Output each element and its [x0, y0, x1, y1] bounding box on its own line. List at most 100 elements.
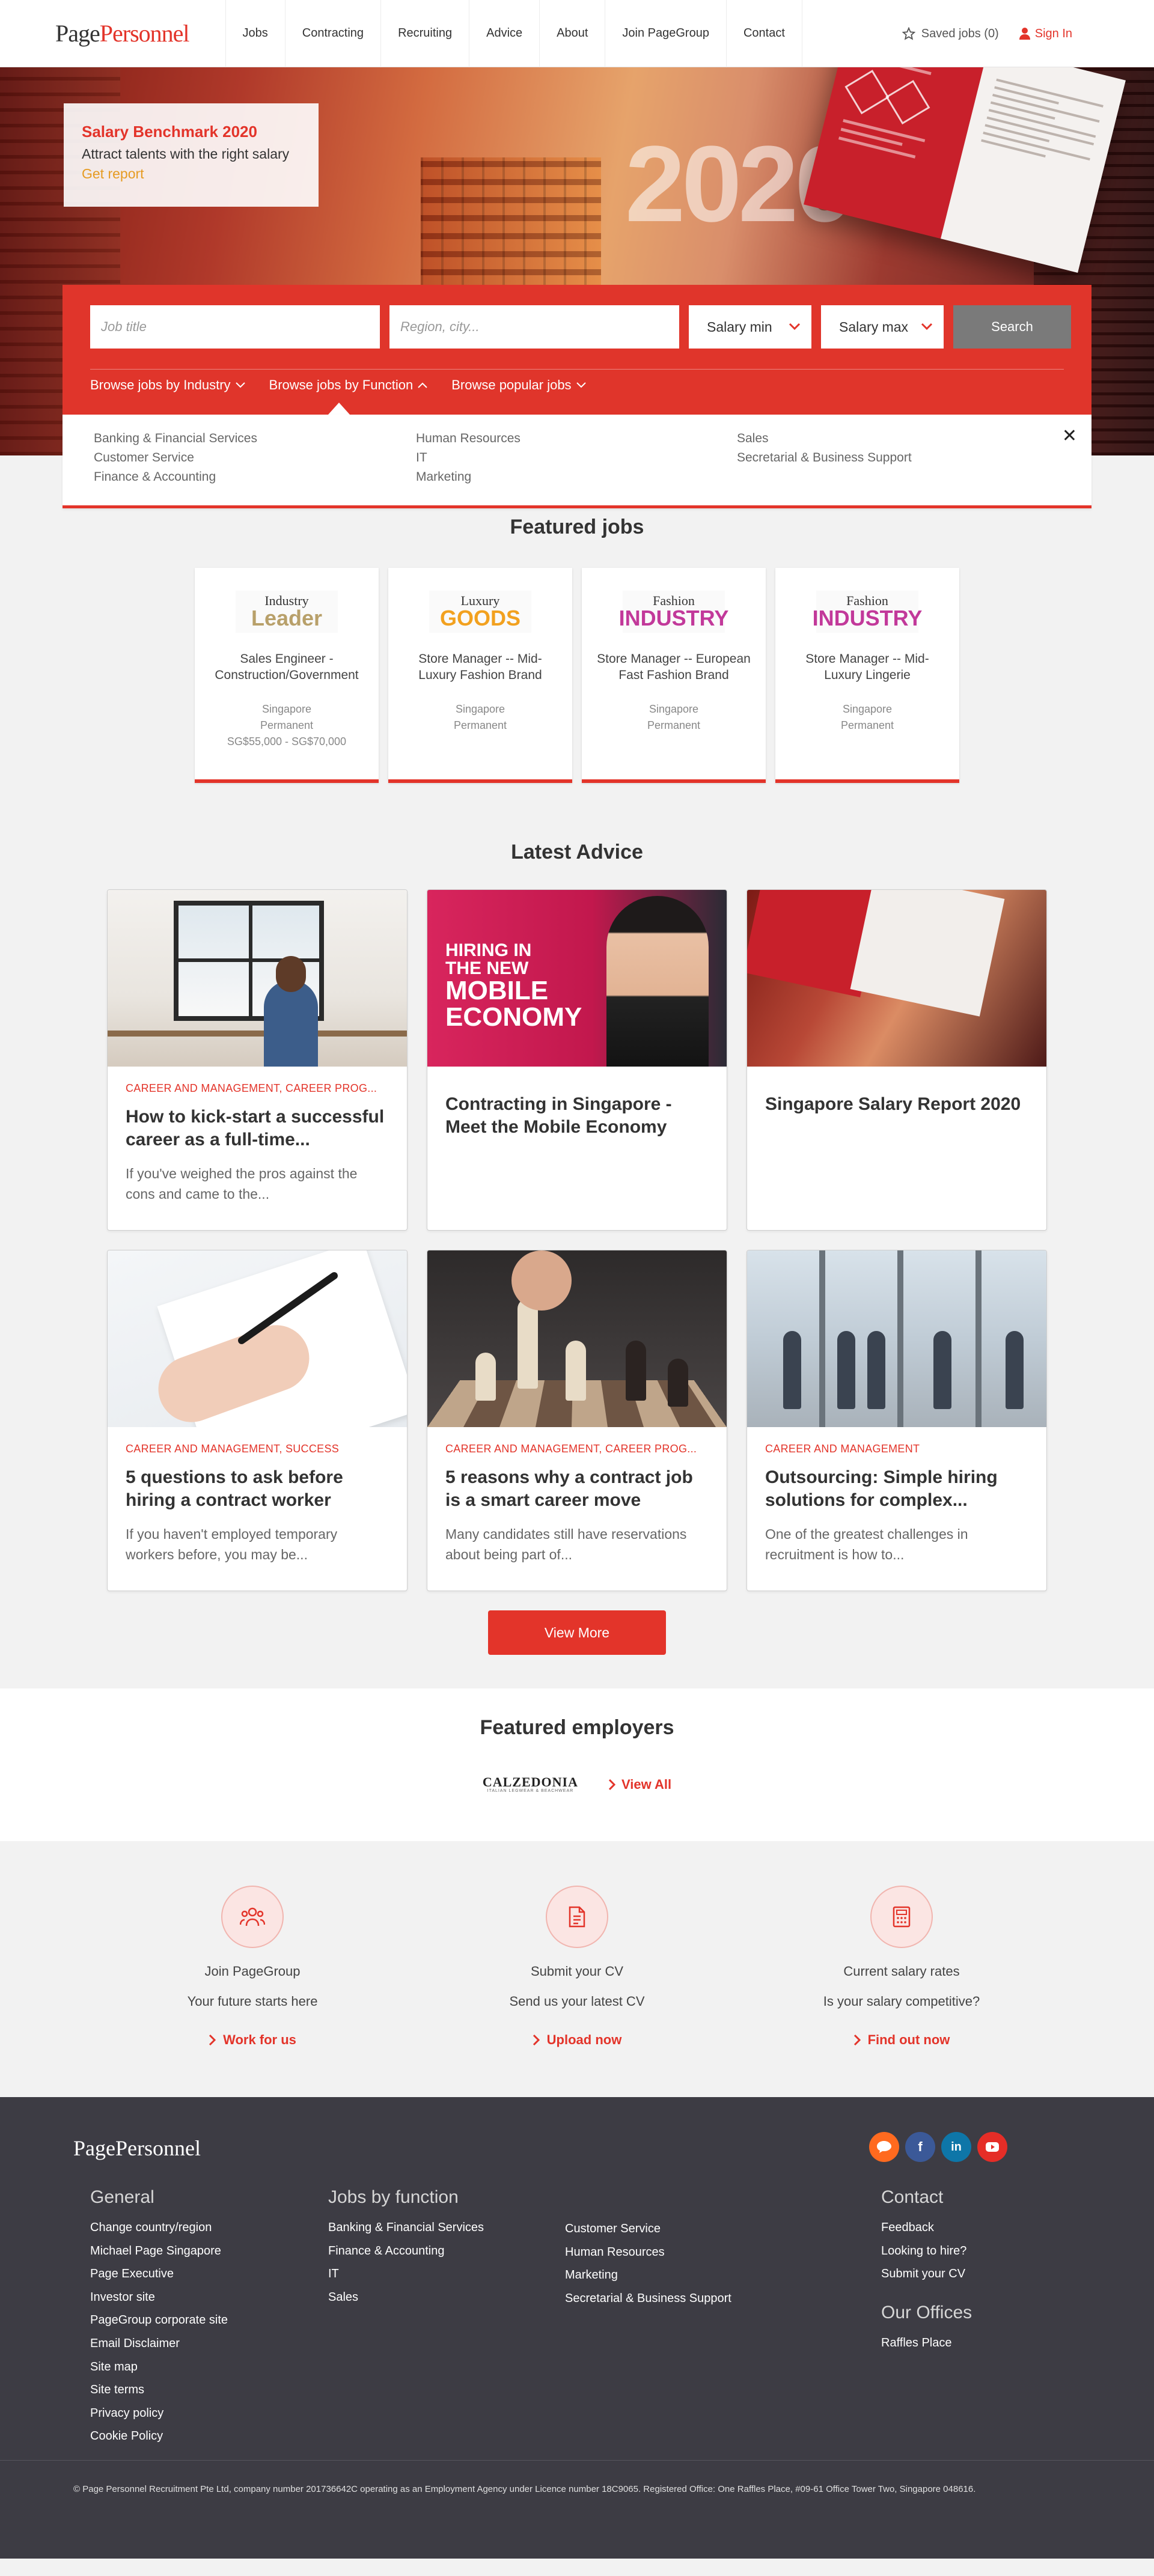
advice-card[interactable]: Career and Management Outsourcing: Simpl… — [746, 1250, 1047, 1591]
view-more-button[interactable]: View More — [488, 1610, 666, 1655]
page-personnel-logo[interactable]: PagePersonnel — [55, 19, 190, 47]
footer-link[interactable]: Sales — [328, 2286, 484, 2309]
footer-link[interactable]: Cookie Policy — [90, 2425, 228, 2448]
work-for-us-link[interactable]: Work for us — [209, 2032, 296, 2048]
advice-category[interactable]: Career and Management — [765, 1443, 1028, 1455]
footer-link[interactable]: Finance & Accounting — [328, 2240, 484, 2263]
footer-link[interactable]: PageGroup corporate site — [90, 2309, 228, 2332]
footer-link[interactable]: Feedback — [881, 2216, 972, 2240]
region-input[interactable]: Region, city... — [389, 305, 679, 349]
calculator-icon — [870, 1886, 933, 1948]
function-column-3: Sales Secretarial & Business Support — [737, 429, 912, 467]
logo-bottom-text: Leader — [251, 606, 323, 630]
nav-jobs[interactable]: Jobs — [225, 0, 285, 67]
salary-max-select[interactable]: Salary max — [821, 305, 944, 349]
function-link[interactable]: Human Resources — [416, 429, 521, 448]
nav-contact[interactable]: Contact — [725, 0, 802, 67]
get-report-link[interactable]: Get report — [82, 166, 301, 182]
browse-by-industry-label: Browse jobs by Industry — [90, 377, 231, 392]
featured-employers-title: Featured employers — [480, 1716, 674, 1739]
cta-title: Submit your CV — [530, 1964, 624, 1979]
function-link[interactable]: Banking & Financial Services — [94, 429, 257, 448]
advice-title[interactable]: Outsourcing: Simple hiring solutions for… — [765, 1466, 1028, 1512]
advice-card[interactable]: Singapore Salary Report 2020 — [746, 889, 1047, 1231]
advice-title[interactable]: Singapore Salary Report 2020 — [765, 1093, 1028, 1116]
footer-logo[interactable]: PagePersonnel — [73, 2136, 201, 2161]
footer-link[interactable]: Banking & Financial Services — [328, 2216, 484, 2240]
chevron-right-icon — [853, 2034, 861, 2046]
footer-link[interactable]: Site map — [90, 2355, 228, 2379]
advice-excerpt: One of the greatest challenges in recrui… — [765, 1526, 968, 1562]
advice-category[interactable]: Career and Management, Career Prog... — [445, 1443, 709, 1455]
footer-link[interactable]: Secretarial & Business Support — [565, 2287, 731, 2310]
view-all-employers-link[interactable]: View All — [608, 1777, 671, 1792]
chevron-down-icon — [921, 323, 933, 330]
advice-category[interactable]: Career and Management, Career Prog... — [126, 1082, 389, 1095]
function-link[interactable]: IT — [416, 448, 521, 467]
function-link[interactable]: Sales — [737, 429, 912, 448]
nav-about[interactable]: About — [539, 0, 605, 67]
job-card[interactable]: Luxury GOODS Store Manager -- Mid-Luxury… — [388, 568, 572, 783]
cta-subtitle: Is your salary competitive? — [823, 1994, 980, 2009]
company-logo: Luxury GOODS — [429, 591, 531, 633]
nav-advice[interactable]: Advice — [469, 0, 539, 67]
advice-card[interactable]: Career and Management, Career Prog... Ho… — [107, 889, 408, 1231]
advice-title[interactable]: Contracting in Singapore - Meet the Mobi… — [445, 1093, 709, 1139]
job-card[interactable]: Industry Leader Sales Engineer - Constru… — [195, 568, 379, 783]
salary-min-select[interactable]: Salary min — [689, 305, 811, 349]
footer-link[interactable]: Customer Service — [565, 2217, 731, 2241]
footer-link[interactable]: Looking to hire? — [881, 2240, 972, 2263]
footer-jobs-title: Jobs by function — [328, 2187, 459, 2207]
linkedin-icon[interactable]: in — [941, 2132, 971, 2162]
function-link[interactable]: Marketing — [416, 467, 521, 487]
footer-link[interactable]: Submit your CV — [881, 2262, 972, 2286]
footer-link[interactable]: Raffles Place — [881, 2331, 972, 2355]
close-icon[interactable]: ✕ — [1062, 425, 1077, 446]
job-meta: Singapore Permanent — [775, 701, 959, 734]
function-link[interactable]: Secretarial & Business Support — [737, 448, 912, 467]
search-button[interactable]: Search — [953, 305, 1071, 349]
chat-icon[interactable] — [869, 2132, 899, 2162]
main-nav: Jobs Contracting Recruiting Advice About… — [225, 0, 802, 67]
calzedonia-logo[interactable]: CALZEDONIA ITALIAN LEGWEAR & BEACHWEAR — [483, 1776, 578, 1794]
nav-join-pagegroup[interactable]: Join PageGroup — [605, 0, 726, 67]
sign-in-link[interactable]: Sign In — [1019, 27, 1072, 41]
saved-jobs-link[interactable]: Saved jobs (0) — [902, 27, 999, 41]
job-type: Permanent — [840, 719, 894, 731]
footer-general-column: General Change country/region Michael Pa… — [90, 2187, 228, 2448]
advice-title[interactable]: 5 questions to ask before hiring a contr… — [126, 1466, 389, 1512]
browse-by-industry[interactable]: Browse jobs by Industry — [90, 377, 245, 393]
upload-now-link[interactable]: Upload now — [533, 2032, 621, 2048]
footer-link[interactable]: Human Resources — [565, 2241, 731, 2264]
footer-link[interactable]: Page Executive — [90, 2262, 228, 2286]
browse-popular-jobs[interactable]: Browse popular jobs — [451, 377, 586, 393]
cta-salary-rates: Current salary rates Is your salary comp… — [739, 1886, 1064, 2049]
nav-contracting[interactable]: Contracting — [284, 0, 380, 67]
browse-jobs-row: Browse jobs by Industry Browse jobs by F… — [90, 377, 586, 393]
function-link[interactable]: Finance & Accounting — [94, 467, 257, 487]
nav-recruiting[interactable]: Recruiting — [380, 0, 469, 67]
browse-by-function[interactable]: Browse jobs by Function — [269, 377, 428, 393]
job-title-input[interactable]: Job title — [90, 305, 380, 349]
footer-link[interactable]: Change country/region — [90, 2216, 228, 2240]
footer-contact-column: Contact Feedback Looking to hire? Submit… — [881, 2187, 972, 2354]
footer-link[interactable]: Privacy policy — [90, 2402, 228, 2425]
footer-link[interactable]: Site terms — [90, 2378, 228, 2402]
footer-link[interactable]: Marketing — [565, 2264, 731, 2287]
youtube-icon[interactable] — [977, 2132, 1007, 2162]
advice-title[interactable]: How to kick-start a successful career as… — [126, 1106, 389, 1151]
footer-link[interactable]: Michael Page Singapore — [90, 2240, 228, 2263]
job-card[interactable]: Fashion INDUSTRY Store Manager -- Europe… — [582, 568, 766, 783]
advice-card[interactable]: Career and Management, Success 5 questio… — [107, 1250, 408, 1591]
function-link[interactable]: Customer Service — [94, 448, 257, 467]
job-card[interactable]: Fashion INDUSTRY Store Manager -- Mid-Lu… — [775, 568, 959, 783]
footer-link[interactable]: Investor site — [90, 2286, 228, 2309]
advice-card[interactable]: Career and Management, Career Prog... 5 … — [427, 1250, 727, 1591]
footer-link[interactable]: IT — [328, 2262, 484, 2286]
footer-link[interactable]: Email Disclaimer — [90, 2332, 228, 2355]
advice-card[interactable]: HIRING IN THE NEW MOBILE ECONOMY Contrac… — [427, 889, 727, 1231]
find-out-now-link[interactable]: Find out now — [853, 2032, 950, 2048]
advice-category[interactable]: Career and Management, Success — [126, 1443, 389, 1455]
facebook-icon[interactable]: f — [905, 2132, 935, 2162]
advice-title[interactable]: 5 reasons why a contract job is a smart … — [445, 1466, 709, 1512]
